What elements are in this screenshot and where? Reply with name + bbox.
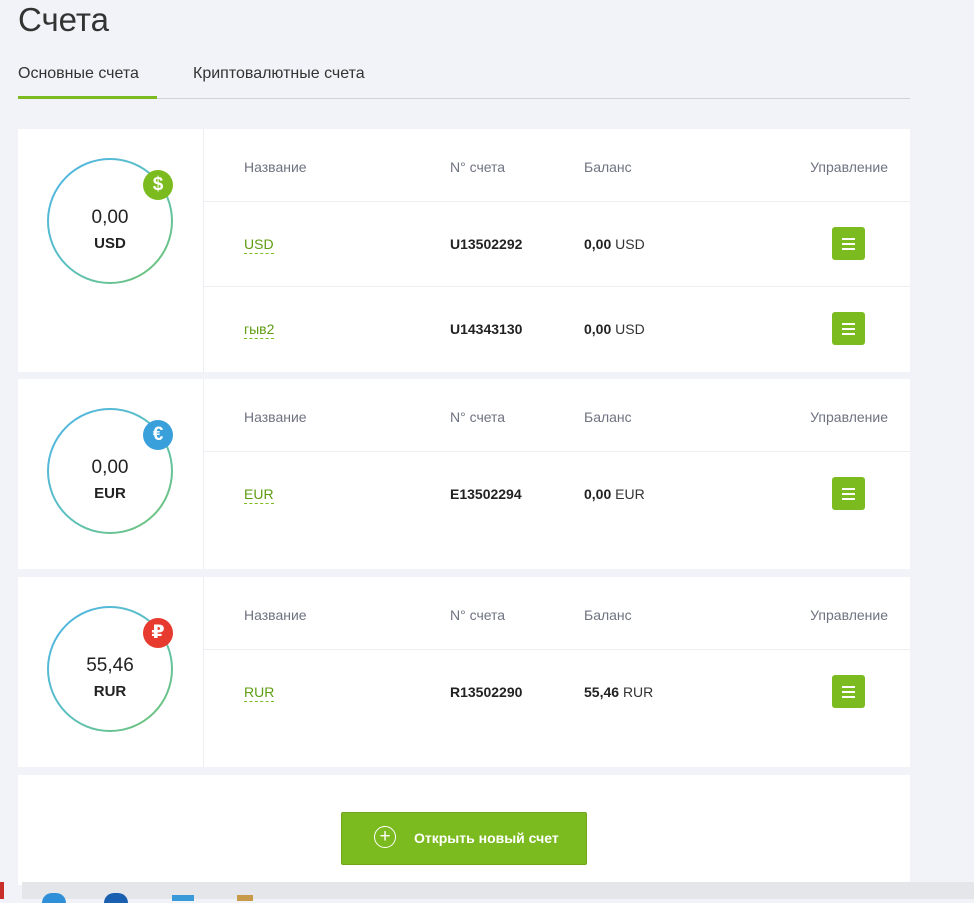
column-management: Управление: [810, 607, 888, 623]
group-currency: RUR: [93, 683, 127, 700]
account-number: U13502292: [450, 236, 523, 252]
account-name-link[interactable]: EUR: [244, 486, 274, 504]
open-account-section: + Открыть новый счет: [18, 775, 910, 885]
account-number: R13502290: [450, 684, 523, 700]
account-balance: 0,00 USD: [584, 236, 645, 252]
account-table: Название N° счета Баланс Управление USD …: [204, 129, 910, 371]
balance-value: 0,00: [584, 321, 612, 337]
group-currency: USD: [94, 235, 126, 252]
dollar-icon: $: [143, 170, 173, 200]
account-group-usd: 0,00 USD $ Название N° счета Баланс Упра…: [18, 129, 910, 372]
column-name: Название: [244, 409, 307, 425]
os-taskbar: [22, 882, 974, 903]
balance-value: 0,00: [584, 486, 612, 502]
page-title: Счета: [18, 1, 110, 38]
ruble-icon: ₽: [143, 618, 173, 648]
column-name: Название: [244, 159, 307, 175]
taskbar-app-icon[interactable]: [172, 895, 194, 901]
column-balance: Баланс: [584, 409, 632, 425]
table-header: Название N° счета Баланс Управление: [204, 577, 910, 650]
account-name-link[interactable]: гыв2: [244, 321, 275, 339]
balance-value: 0,00: [584, 236, 612, 252]
account-group-rur: 55,46 RUR ₽ Название N° счета Баланс Упр…: [18, 577, 910, 767]
table-row: RUR R13502290 55,46 RUR: [204, 650, 910, 734]
plus-circle-icon: +: [374, 826, 396, 848]
group-total: 0,00: [91, 457, 129, 478]
open-new-account-label: Открыть новый счет: [414, 830, 559, 846]
column-balance: Баланс: [584, 607, 632, 623]
euro-icon: €: [143, 420, 173, 450]
account-table: Название N° счета Баланс Управление EUR …: [204, 379, 910, 536]
window-edge: [0, 882, 4, 899]
column-management: Управление: [810, 409, 888, 425]
table-header: Название N° счета Баланс Управление: [204, 379, 910, 452]
account-menu-button[interactable]: [832, 675, 865, 708]
column-balance: Баланс: [584, 159, 632, 175]
open-new-account-button[interactable]: + Открыть новый счет: [341, 812, 587, 865]
account-name-link[interactable]: RUR: [244, 684, 275, 702]
account-table: Название N° счета Баланс Управление RUR …: [204, 577, 910, 734]
balance-currency: EUR: [615, 486, 645, 502]
taskbar-app-icon[interactable]: [104, 893, 128, 903]
account-tabs: Основные счета Криптовалютные счета: [18, 62, 910, 99]
group-total: 0,00: [91, 207, 129, 228]
column-number: N° счета: [450, 159, 506, 175]
account-balance: 0,00 USD: [584, 321, 645, 337]
account-menu-button[interactable]: [832, 227, 865, 260]
balance-currency: USD: [615, 236, 645, 252]
table-row: EUR E13502294 0,00 EUR: [204, 452, 910, 536]
tab-main-accounts[interactable]: Основные счета: [18, 62, 157, 99]
balance-currency: RUR: [622, 684, 654, 700]
taskbar-app-icon[interactable]: [42, 893, 66, 903]
account-balance: 0,00 EUR: [584, 486, 645, 502]
group-currency: EUR: [94, 485, 126, 502]
account-group-eur: 0,00 EUR € Название N° счета Баланс Упра…: [18, 379, 910, 569]
group-summary: 0,00 USD $: [18, 129, 204, 372]
group-summary: 0,00 EUR €: [18, 379, 204, 569]
table-header: Название N° счета Баланс Управление: [204, 129, 910, 202]
table-row: гыв2 U14343130 0,00 USD: [204, 287, 910, 371]
account-menu-button[interactable]: [832, 477, 865, 510]
group-summary: 55,46 RUR ₽: [18, 577, 204, 767]
group-total: 55,46: [86, 655, 134, 676]
tab-crypto-accounts[interactable]: Криптовалютные счета: [193, 62, 365, 96]
taskbar-app-icon[interactable]: [237, 895, 253, 901]
column-name: Название: [244, 607, 307, 623]
column-management: Управление: [810, 159, 888, 175]
balance-value: 55,46: [584, 684, 620, 700]
table-row: USD U13502292 0,00 USD: [204, 202, 910, 287]
account-name-link[interactable]: USD: [244, 236, 274, 254]
account-balance: 55,46 RUR: [584, 684, 653, 700]
account-number: U14343130: [450, 321, 523, 337]
balance-currency: USD: [615, 321, 645, 337]
account-number: E13502294: [450, 486, 522, 502]
column-number: N° счета: [450, 409, 506, 425]
column-number: N° счета: [450, 607, 506, 623]
account-menu-button[interactable]: [832, 312, 865, 345]
